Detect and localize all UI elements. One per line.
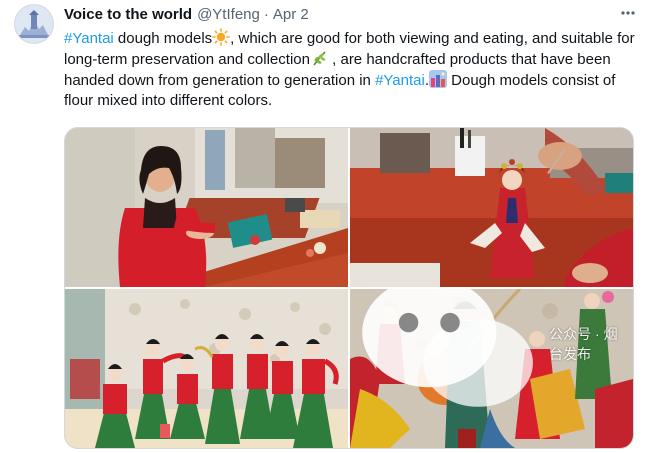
tweet-date[interactable]: Apr 2 [273, 6, 309, 23]
dancing-figurines-photo[interactable] [65, 289, 348, 448]
author-name[interactable]: Voice to the world [64, 6, 192, 23]
tweet-card[interactable]: Voice to the world @YtIfeng · Apr 2 #Yan… [0, 0, 651, 453]
media-grid: 公众号 · 烟台发布 [64, 127, 634, 449]
cityscape-emoji-icon [429, 70, 447, 88]
opera-figurines-group-photo[interactable]: 公众号 · 烟台发布 [350, 289, 633, 448]
woman-crafting-photo[interactable] [65, 128, 348, 287]
author-handle[interactable]: @YtIfeng [197, 6, 260, 23]
dancing-figurines-image [65, 289, 348, 448]
woman-crafting-image [65, 128, 348, 287]
opera-figurine-closeup-photo[interactable] [350, 128, 633, 287]
tweet-header: Voice to the world @YtIfeng · Apr 2 [64, 4, 641, 24]
wechat-icon [362, 289, 533, 407]
hashtag-link[interactable]: #Yantai [64, 30, 114, 47]
separator-dot: · [263, 5, 269, 23]
watermark: 公众号 · 烟台发布 [350, 289, 627, 442]
opera-figurine-closeup-image [350, 128, 633, 287]
avatar[interactable] [14, 4, 54, 44]
more-icon[interactable] [615, 2, 641, 24]
tweet-text: #Yantai dough models , which are good fo… [64, 28, 644, 111]
hashtag-link[interactable]: #Yantai [375, 72, 425, 89]
watermark-text: 公众号 · 烟台发布 [549, 326, 618, 363]
avatar-image [15, 5, 53, 43]
herb-emoji-icon [313, 51, 326, 66]
tweet-text-segment: dough models [113, 30, 213, 47]
sun-emoji-icon [212, 28, 230, 46]
more-dots-icon [621, 11, 635, 15]
